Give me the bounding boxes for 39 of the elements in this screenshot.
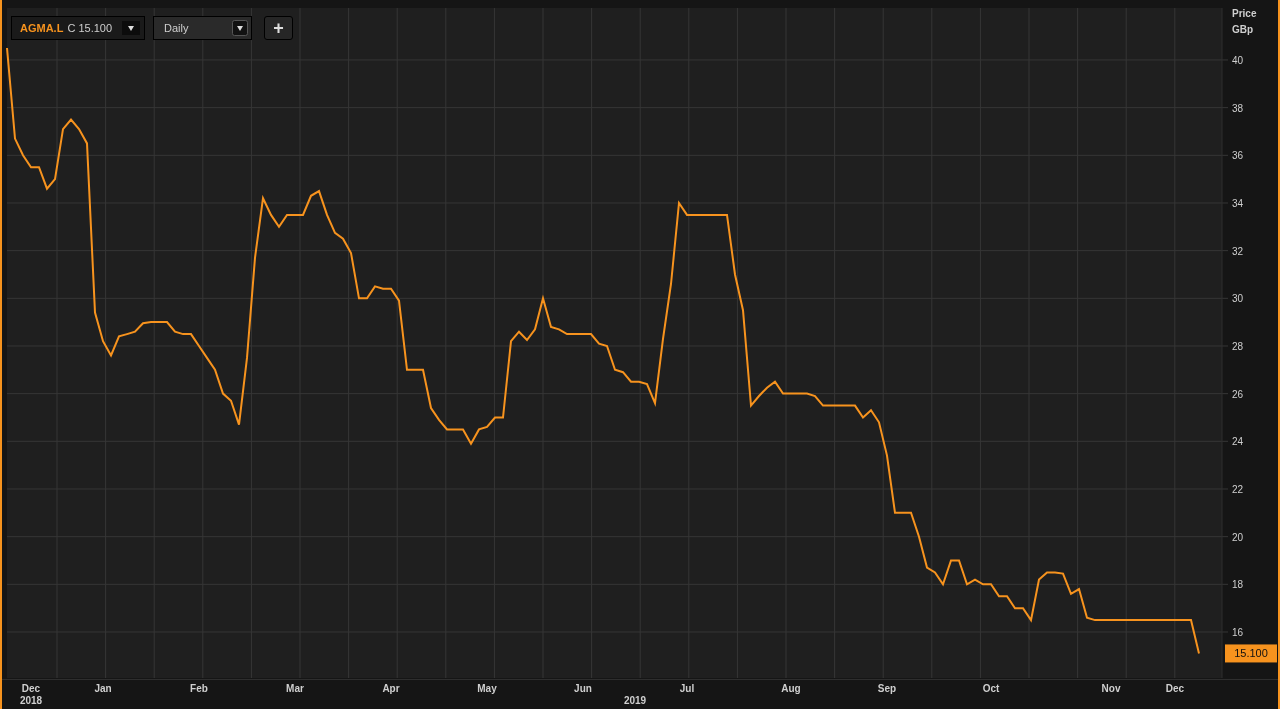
- price-axis-title: Price: [1232, 8, 1257, 19]
- x-axis-label: Jun: [574, 683, 592, 694]
- y-axis-label: 20: [1232, 531, 1244, 543]
- x-axis-label: Dec: [1165, 683, 1185, 694]
- interval-value: Daily: [164, 22, 189, 34]
- x-axis-label: May: [477, 683, 497, 694]
- last-value-badge: 15.100: [1225, 644, 1277, 663]
- x-axis-label: Feb: [190, 683, 208, 694]
- x-axis-label: Jan: [94, 683, 112, 694]
- caret-icon[interactable]: [122, 21, 140, 35]
- y-axis-label: 36: [1232, 150, 1244, 162]
- year-label: 2018: [19, 695, 43, 706]
- y-axis-label: 30: [1232, 293, 1244, 305]
- x-axis-label: Oct: [982, 683, 1000, 694]
- symbol-dropdown[interactable]: AGMA.L C 15.100: [11, 16, 145, 40]
- y-axis-label: 34: [1232, 197, 1244, 209]
- symbol-label: AGMA.L: [20, 22, 64, 34]
- year-label: 2019: [623, 695, 647, 706]
- y-axis-label: 38: [1232, 102, 1244, 114]
- x-axis-label: Mar: [286, 683, 304, 694]
- interval-dropdown[interactable]: Daily: [153, 16, 252, 40]
- price-axis-unit: GBp: [1232, 24, 1254, 35]
- x-axis-label: Sep: [877, 683, 897, 694]
- x-axis-label: Apr: [382, 683, 400, 694]
- x-axis-label: Nov: [1101, 683, 1121, 694]
- y-axis-label: 40: [1232, 54, 1244, 66]
- y-axis-label: 26: [1232, 388, 1244, 400]
- add-button[interactable]: +: [264, 16, 293, 40]
- y-axis-label: 22: [1232, 484, 1244, 495]
- x-axis-label: Aug: [781, 683, 801, 694]
- y-axis-label: 28: [1232, 341, 1244, 352]
- x-axis-label: Jul: [679, 683, 695, 694]
- y-axis-label: 32: [1232, 245, 1244, 257]
- caret-icon[interactable]: [232, 20, 248, 36]
- y-axis-label: 18: [1232, 579, 1244, 591]
- quote-label: C 15.100: [67, 22, 114, 34]
- y-axis-label: 24: [1232, 436, 1244, 448]
- x-axis-label: Dec: [21, 683, 41, 694]
- y-axis-label: 16: [1232, 627, 1244, 638]
